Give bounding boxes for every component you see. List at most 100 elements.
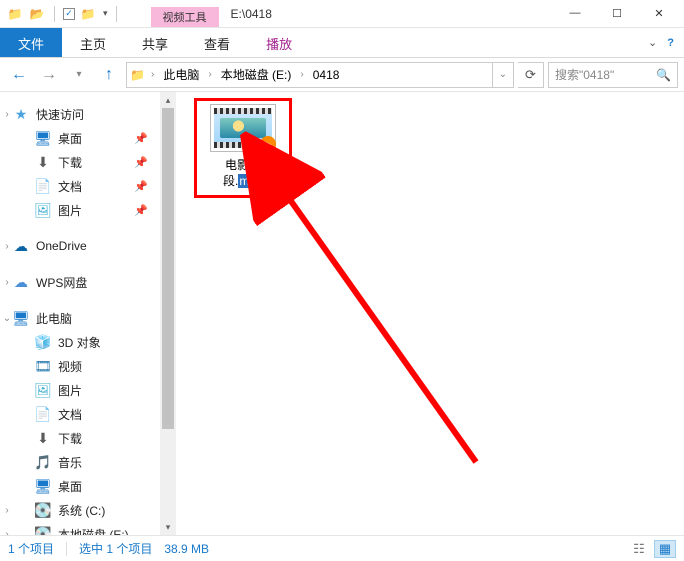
breadcrumb-drive[interactable]: 本地磁盘 (E:): [218, 63, 295, 87]
tab-file[interactable]: 文件: [0, 28, 62, 57]
nav-documents[interactable]: 📄文档📌: [0, 174, 160, 198]
document-icon: 📄: [34, 178, 52, 195]
pin-icon: 📌: [134, 180, 148, 193]
folder-icon: 📁: [79, 5, 97, 23]
nav-desktop2[interactable]: 🖥桌面: [0, 474, 160, 498]
nav-drive-c[interactable]: ›💽系统 (C:): [0, 498, 160, 522]
refresh-button[interactable]: ⟳: [518, 62, 544, 88]
status-item-count: 1 个项目: [8, 540, 54, 557]
nav-desktop[interactable]: 🖥桌面📌: [0, 126, 160, 150]
address-dropdown-icon[interactable]: ⌄: [492, 63, 513, 87]
chevron-right-icon[interactable]: ›: [2, 277, 12, 288]
navigation-pane: ›★快速访问 🖥桌面📌 ⬇下载📌 📄文档📌 🖼图片📌 ›☁OneDrive ›☁…: [0, 92, 160, 535]
picture-icon: 🖼: [34, 382, 52, 399]
quick-access-toolbar: 📁 📂 ✓ 📁 ▾: [0, 5, 121, 23]
pin-icon: 📌: [134, 132, 148, 145]
tab-share[interactable]: 共享: [124, 28, 186, 57]
status-bar: 1 个项目 选中 1 个项目 38.9 MB ☷ ▦: [0, 535, 684, 561]
nav-music[interactable]: 🎵音乐: [0, 450, 160, 474]
label: 桌面: [58, 130, 82, 147]
nav-documents2[interactable]: 📄文档: [0, 402, 160, 426]
details-view-button[interactable]: ☷: [628, 540, 650, 558]
chevron-right-icon[interactable]: ›: [151, 69, 154, 80]
minimize-button[interactable]: ―: [554, 0, 596, 26]
separator: [116, 6, 117, 22]
tab-home[interactable]: 主页: [62, 28, 124, 57]
film-strip-icon: [214, 108, 272, 114]
chevron-right-icon[interactable]: ›: [2, 241, 12, 252]
nav-videos[interactable]: 🎞视频: [0, 354, 160, 378]
qat-dropdown-icon[interactable]: ▾: [103, 8, 108, 19]
nav-3d-objects[interactable]: 🧊3D 对象: [0, 330, 160, 354]
expand-ribbon-icon[interactable]: ⌄: [648, 36, 657, 49]
scroll-thumb[interactable]: [162, 108, 174, 429]
file-item-video[interactable]: ▶ 电影片 段.m4v: [194, 98, 292, 198]
separator: [54, 6, 55, 22]
video-thumbnail: ▶: [211, 105, 275, 151]
nav-downloads[interactable]: ⬇下载📌: [0, 150, 160, 174]
breadcrumb-thispc[interactable]: 此电脑: [160, 63, 202, 87]
chevron-right-icon[interactable]: ›: [2, 505, 12, 516]
nav-quick-access[interactable]: ›★ 快速访问: [0, 102, 160, 126]
nav-scrollbar[interactable]: ▴ ▾: [160, 92, 176, 535]
label: 图片: [58, 382, 82, 399]
nav-wps[interactable]: ›☁WPS网盘: [0, 270, 160, 294]
play-icon: ▶: [260, 136, 276, 152]
label: 此电脑: [36, 310, 72, 327]
maximize-button[interactable]: ☐: [596, 0, 638, 26]
chevron-right-icon[interactable]: ›: [208, 69, 211, 80]
help-icon[interactable]: ?: [667, 37, 674, 49]
back-button[interactable]: ←: [6, 62, 32, 88]
history-dropdown-icon[interactable]: ▾: [66, 62, 92, 88]
icons-view-button[interactable]: ▦: [654, 540, 676, 558]
close-button[interactable]: ✕: [638, 0, 680, 26]
star-icon: ★: [12, 106, 30, 123]
scroll-track[interactable]: [160, 108, 176, 519]
onedrive-icon: ☁: [12, 238, 30, 255]
chevron-down-icon[interactable]: ⌄: [2, 313, 12, 324]
label: 快速访问: [36, 106, 84, 123]
scroll-down-icon[interactable]: ▾: [160, 519, 176, 535]
download-icon: ⬇: [34, 430, 52, 447]
context-tab-label: 视频工具: [151, 7, 219, 27]
breadcrumb-folder[interactable]: 0418: [310, 63, 343, 87]
label: 视频: [58, 358, 82, 375]
thumb-scene: [220, 118, 266, 138]
file-name-edit[interactable]: 电影片 段.m4v: [223, 157, 263, 189]
nav-pictures[interactable]: 🖼图片📌: [0, 198, 160, 222]
scroll-up-icon[interactable]: ▴: [160, 92, 176, 108]
status-selection: 选中 1 个项目: [79, 540, 152, 557]
forward-button[interactable]: →: [36, 62, 62, 88]
label: 3D 对象: [58, 334, 101, 351]
search-input[interactable]: 搜索"0418" 🔍: [548, 62, 678, 88]
pc-icon: 🖥: [12, 310, 30, 327]
filename-ext-selected[interactable]: m4v: [238, 174, 263, 188]
content-pane[interactable]: ▶ 电影片 段.m4v: [176, 92, 684, 535]
up-button[interactable]: ↑: [96, 62, 122, 88]
label: 桌面: [58, 478, 82, 495]
tab-play[interactable]: 播放: [248, 28, 310, 57]
chevron-right-icon[interactable]: ›: [300, 69, 303, 80]
label: 下载: [58, 154, 82, 171]
nav-drive-e[interactable]: ›💽本地磁盘 (E:): [0, 522, 160, 535]
nav-onedrive[interactable]: ›☁OneDrive: [0, 234, 160, 258]
nav-this-pc[interactable]: ⌄🖥 此电脑: [0, 306, 160, 330]
music-icon: 🎵: [34, 454, 52, 471]
label: 文档: [58, 406, 82, 423]
nav-pictures2[interactable]: 🖼 图片: [0, 378, 160, 402]
checkbox-icon[interactable]: ✓: [63, 8, 75, 20]
tab-view[interactable]: 查看: [186, 28, 248, 57]
title-center: 视频工具 E:\0418: [151, 0, 272, 27]
status-size: 38.9 MB: [164, 542, 209, 556]
folder-icon: 📁: [6, 5, 24, 23]
drive-icon: 💽: [34, 526, 52, 536]
chevron-right-icon[interactable]: ›: [2, 109, 12, 120]
nav-downloads2[interactable]: ⬇下载: [0, 426, 160, 450]
chevron-right-icon[interactable]: ›: [2, 529, 12, 536]
filename-prefix: 段.: [223, 174, 238, 188]
ribbon-right: ⌄ ?: [648, 28, 674, 57]
download-icon: ⬇: [34, 154, 52, 171]
label: 图片: [58, 202, 82, 219]
address-bar[interactable]: 📁 › 此电脑 › 本地磁盘 (E:) › 0418 ⌄: [126, 62, 514, 88]
ribbon-tabs: 文件 主页 共享 查看 播放 ⌄ ?: [0, 28, 684, 58]
